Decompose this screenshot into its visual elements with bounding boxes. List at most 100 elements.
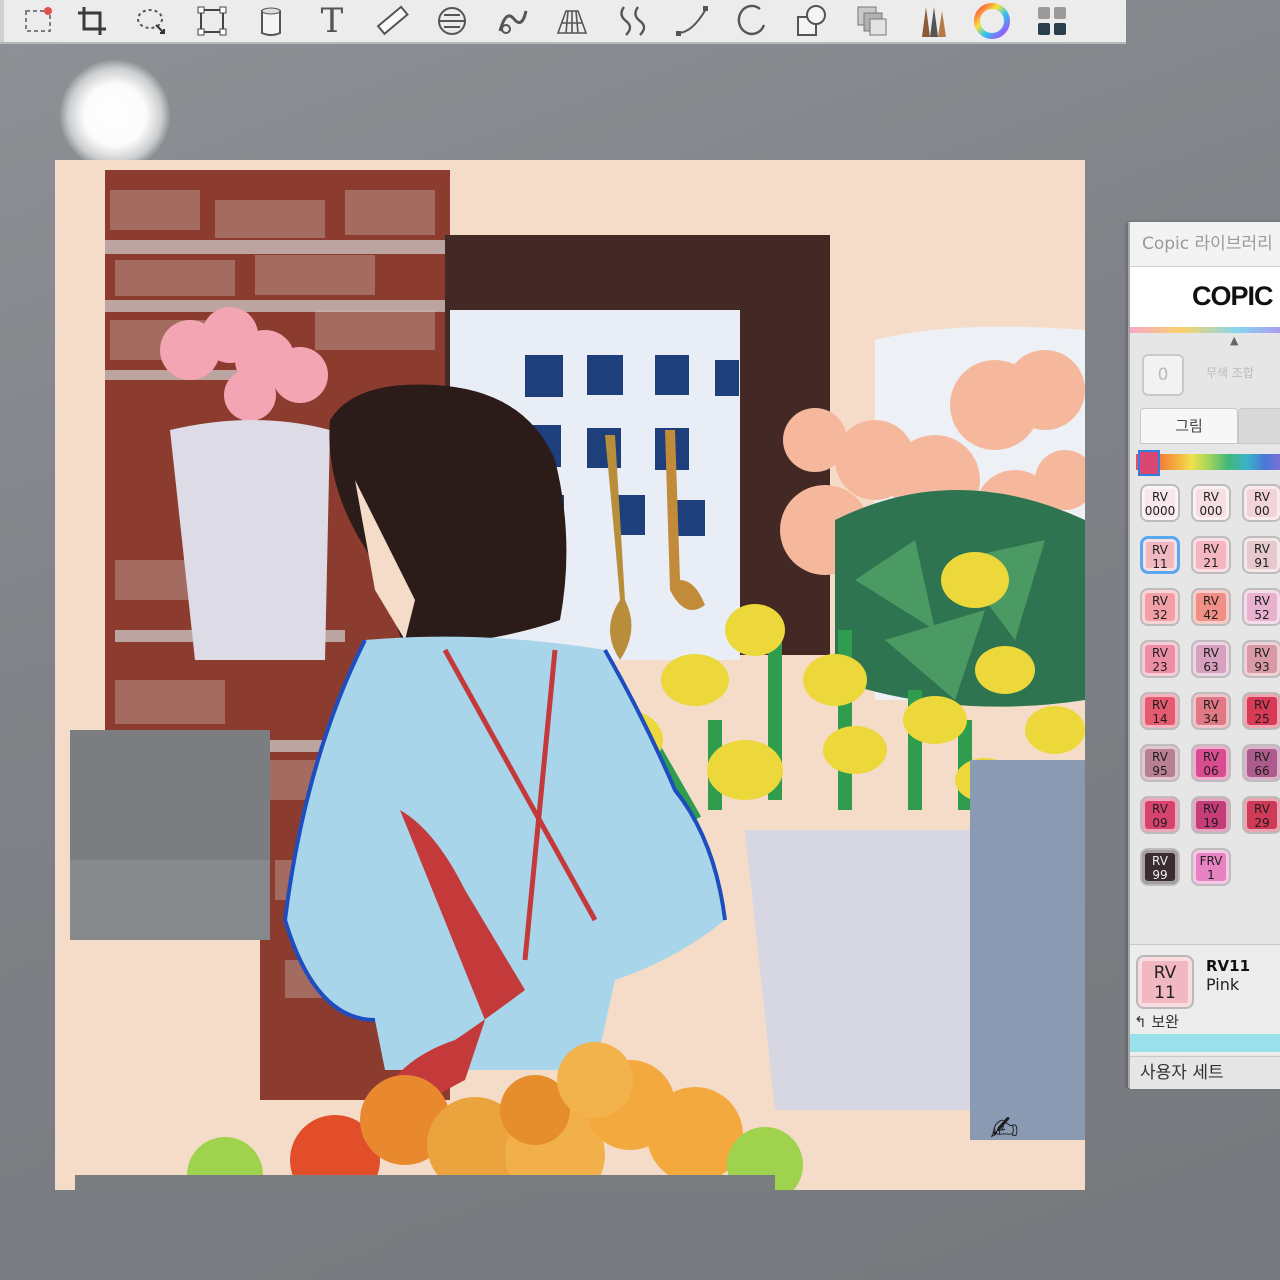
swatch-code: RV [1254,490,1270,504]
swatch-code: RV [1254,594,1270,608]
bucket-icon[interactable] [246,1,298,41]
swatch-code: RV [1203,802,1219,816]
swatch-code: RV [1152,750,1168,764]
swatch-rv34[interactable]: RV 34 [1191,692,1231,730]
swatch-code: RV [1203,750,1219,764]
swatch-number: 14 [1152,712,1168,726]
swatch-code: RV [1203,698,1219,712]
swatch-rv00[interactable]: RV 00 [1242,484,1280,522]
swatch-number: 1 [1207,868,1215,882]
swatch-code: RV [1203,594,1219,608]
warp-icon[interactable] [486,1,538,41]
swatch-rv06[interactable]: RV 06 [1191,744,1231,782]
lasso-icon[interactable] [126,1,178,41]
swatch-code: RV [1152,543,1168,557]
brush-library-icon[interactable] [906,1,958,41]
swatch-rv42[interactable]: RV 42 [1191,588,1231,626]
swatch-rv19[interactable]: RV 19 [1191,796,1231,834]
swatch-rv21[interactable]: RV 21 [1191,536,1231,574]
swatch-rv25[interactable]: RV 25 [1242,692,1280,730]
swatch-frv1[interactable]: FRV 1 [1191,848,1231,886]
swatch-rv14[interactable]: RV 14 [1140,692,1180,730]
swatch-code: RV [1152,646,1168,660]
swatch-number: 00 [1254,504,1270,518]
artwork: ✍ [55,160,1085,1190]
distort-icon[interactable] [606,1,658,41]
swatch-rv63[interactable]: RV 63 [1191,640,1231,678]
ruler-icon[interactable] [366,1,418,41]
selected-color-chip[interactable]: RV 11 [1136,955,1194,1009]
user-set-button[interactable]: 사용자 세트 [1130,1056,1280,1089]
swatch-number: 99 [1152,868,1168,882]
copic-logo: COPIC [1192,281,1274,311]
swatch-code: RV [1152,802,1168,816]
tab-second[interactable] [1238,408,1280,443]
swatch-number: 32 [1152,608,1168,622]
hue-family-selector[interactable] [1138,450,1160,476]
perspective-grid-icon[interactable] [546,1,598,41]
copic-library-panel: Copic 라이브러리 COPIC ▲ 0 무색 조합 그림 RV 0000 RV 0… [1128,222,1280,1089]
swatch-number: 0000 [1144,504,1176,518]
top-toolbar: T [0,0,1126,44]
swatch-set-icon[interactable] [1026,1,1078,41]
swatch-rv09[interactable]: RV 09 [1140,796,1180,834]
color-wheel-icon[interactable] [966,1,1018,41]
panel-tabs: 그림 [1140,408,1280,444]
layers-icon[interactable] [846,1,898,41]
screen-glare [60,60,170,170]
swatch-rv95[interactable]: RV 95 [1140,744,1180,782]
swatch-rv99[interactable]: RV 99 [1140,848,1180,886]
colorless-blender-chip[interactable]: 0 [1142,354,1184,396]
symmetry-icon[interactable] [426,1,478,41]
collapse-arrow-icon[interactable]: ▲ [1230,334,1238,347]
swatch-number: 29 [1254,816,1270,830]
swatch-rv000[interactable]: RV 000 [1191,484,1231,522]
colorless-blender-row: 0 무색 조합 [1138,352,1280,396]
swatch-rv0000[interactable]: RV 0000 [1140,484,1180,522]
tab-picture[interactable]: 그림 [1140,408,1238,443]
toolbar-edge [0,0,4,42]
ellipse-icon[interactable] [726,1,778,41]
selected-chip-code: RV [1153,963,1177,983]
swatch-number: 66 [1254,764,1270,778]
drawing-canvas[interactable]: ✍ [55,160,1085,1190]
swatch-rv11[interactable]: RV 11 [1140,536,1180,574]
swatch-code: RV [1152,698,1168,712]
text-icon[interactable]: T [306,1,358,41]
swatch-number: 42 [1203,608,1219,622]
complementary-color-bar[interactable] [1130,1034,1280,1052]
swatch-number: 09 [1152,816,1168,830]
selected-chip-num: 11 [1154,983,1176,1003]
swatch-number: 06 [1203,764,1219,778]
swatch-code: RV [1254,542,1270,556]
swatch-number: 95 [1152,764,1168,778]
swatch-rv23[interactable]: RV 23 [1140,640,1180,678]
swatch-code: RV [1254,802,1270,816]
marquee-select-icon[interactable] [18,1,58,41]
swatch-code: RV [1152,854,1168,868]
swatch-number: 93 [1254,660,1270,674]
swatch-number: 21 [1203,556,1219,570]
swatch-rv66[interactable]: RV 66 [1242,744,1280,782]
transform-icon[interactable] [186,1,238,41]
swatch-code: RV [1203,490,1219,504]
swatch-rv52[interactable]: RV 52 [1242,588,1280,626]
swatch-rv29[interactable]: RV 29 [1242,796,1280,834]
curve-icon[interactable] [666,1,718,41]
swatch-rv93[interactable]: RV 93 [1242,640,1280,678]
swatch-rv91[interactable]: RV 91 [1242,536,1280,574]
selected-color-name: Pink [1206,975,1240,994]
swatch-code: RV [1203,646,1219,660]
swatch-number: 91 [1254,556,1270,570]
crop-icon[interactable] [66,1,118,41]
swatch-number: 23 [1152,660,1168,674]
swatch-number: 19 [1203,816,1219,830]
swatch-number: 34 [1203,712,1219,726]
swatch-code: RV [1254,646,1270,660]
shape-icon[interactable] [786,1,838,41]
swatch-code: RV [1254,698,1270,712]
swatch-number: 000 [1199,504,1223,518]
complementary-button[interactable]: ↰ 보완 [1134,1011,1179,1032]
copic-logo-area: COPIC [1130,267,1280,333]
swatch-rv32[interactable]: RV 32 [1140,588,1180,626]
